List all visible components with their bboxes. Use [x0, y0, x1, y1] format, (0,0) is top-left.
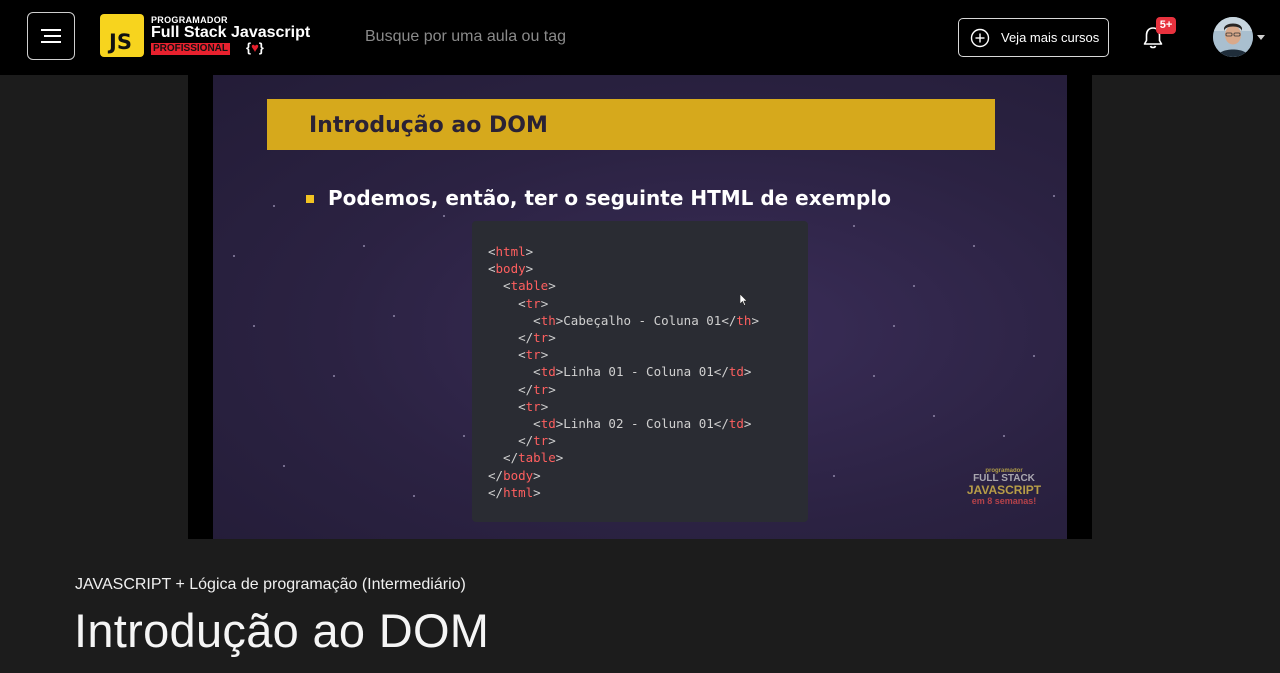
user-photo-icon — [1213, 17, 1253, 57]
top-navbar: JS PROGRAMADOR Full Stack Javascript PRO… — [0, 0, 1280, 75]
code-line: <html> — [488, 244, 534, 259]
code-line: </body> — [488, 467, 541, 483]
mouse-cursor-icon — [740, 294, 748, 306]
code-line: <td>Linha 02 - Coluna 01</td> — [488, 416, 752, 431]
code-line: <body> — [488, 261, 534, 277]
code-line: <th>Cabeçalho - Coluna 01</th> — [488, 312, 759, 328]
logo-brace-mark: {♥} — [246, 40, 264, 55]
watermark-line-4: em 8 semanas! — [971, 496, 1037, 506]
code-line: <tr> — [488, 295, 549, 311]
notification-count-badge: 5+ — [1156, 17, 1176, 34]
more-courses-label: Veja mais cursos — [1001, 30, 1100, 45]
search-input[interactable]: Busque por uma aula ou tag — [365, 28, 566, 46]
video-frame: Introdução ao DOM Podemos, então, ter o … — [213, 75, 1067, 539]
slide-title-bar: Introdução ao DOM — [267, 99, 995, 150]
code-line: </table> — [488, 450, 564, 466]
logo-line-profissional: PROFISSIONAL — [151, 43, 231, 55]
code-line: </tr> — [488, 433, 556, 449]
code-line: <tr> — [488, 398, 549, 414]
hamburger-icon — [41, 29, 61, 43]
brand-logo[interactable]: JS PROGRAMADOR Full Stack Javascript PRO… — [100, 14, 315, 58]
js-logo-badge: JS — [100, 14, 144, 57]
code-line: <table> — [488, 278, 556, 294]
slide-title: Introdução ao DOM — [309, 113, 548, 138]
code-block: <html> <body> <table> <tr> <th>Cabeçalho … — [472, 221, 808, 522]
slide-bullet-text: Podemos, então, ter o seguinte HTML de e… — [328, 186, 891, 210]
user-avatar[interactable] — [1213, 17, 1253, 57]
video-player[interactable]: Introdução ao DOM Podemos, então, ter o … — [188, 75, 1092, 539]
code-line: </tr> — [488, 381, 556, 397]
watermark-line-3: JAVASCRIPT — [966, 483, 1042, 497]
bullet-square-icon — [306, 195, 314, 203]
plus-circle-icon — [970, 28, 990, 47]
code-line: </tr> — [488, 330, 556, 345]
course-name: JAVASCRIPT + Lógica de programação (Inte… — [75, 576, 466, 593]
code-line: <tr> — [488, 347, 549, 363]
logo-line-full-stack: Full Stack Javascript — [151, 24, 311, 41]
course-watermark: programador FULL STACK JAVASCRIPT em 8 s… — [961, 468, 1047, 516]
more-courses-button[interactable]: Veja mais cursos — [958, 18, 1109, 57]
menu-button[interactable] — [27, 12, 75, 60]
chevron-down-icon[interactable] — [1257, 35, 1265, 40]
code-line: <td>Linha 01 - Coluna 01</td> — [488, 364, 752, 380]
lesson-title: Introdução ao DOM — [74, 604, 490, 657]
code-line: </html> — [488, 484, 541, 500]
